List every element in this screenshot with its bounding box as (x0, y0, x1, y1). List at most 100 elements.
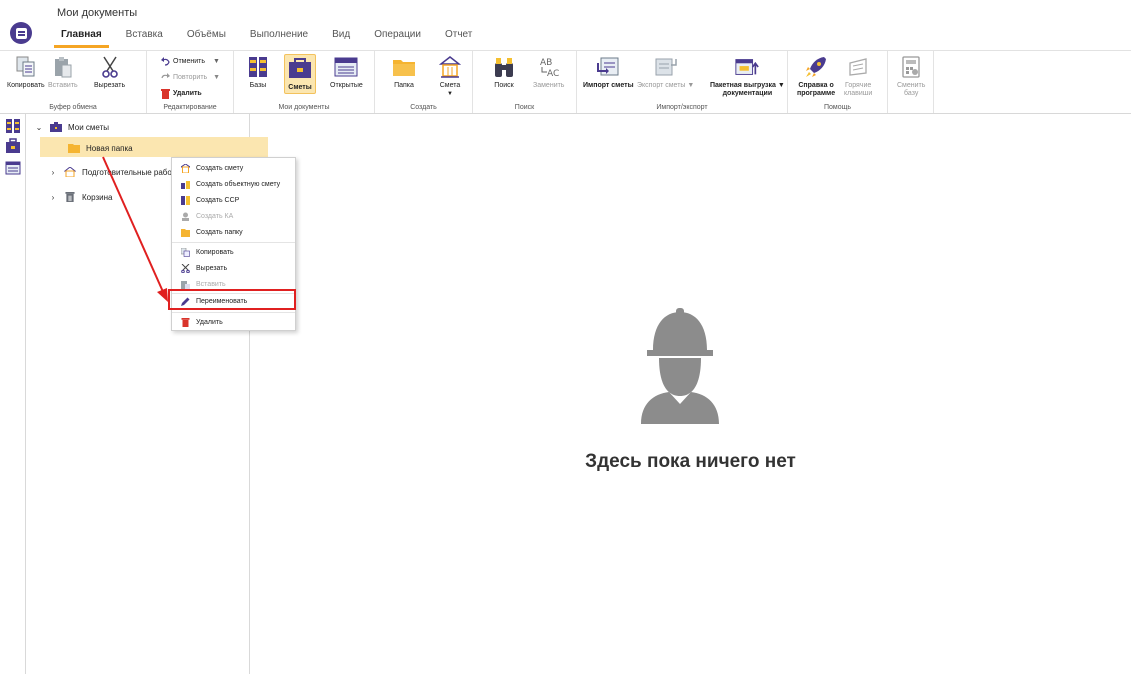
tab-report[interactable]: Отчет (433, 22, 484, 48)
batch-export-button[interactable]: Пакетная выгрузка ▼ документации (710, 54, 785, 98)
estimates-button[interactable]: Сметы (284, 54, 316, 94)
tab-insert[interactable]: Вставка (114, 22, 175, 48)
paste-button[interactable]: Вставить (48, 54, 78, 90)
import-estimate-button[interactable]: Импорт сметы (583, 54, 634, 90)
trash-icon (161, 89, 170, 99)
svg-text:AB: AB (540, 58, 552, 68)
group-caption: Импорт/экспорт (656, 104, 708, 111)
group-my-documents: Базы Сметы Открытые Мои документы (234, 51, 375, 113)
building-icon (181, 163, 190, 173)
trash-icon (65, 192, 75, 202)
calculator-icon (902, 56, 920, 78)
opened-icon (334, 57, 358, 77)
cut-button[interactable]: Вырезать (94, 54, 125, 90)
replace-icon: ABAC (540, 58, 559, 79)
menu-create-estimate[interactable]: Создать смету (172, 160, 295, 176)
left-rail (0, 114, 26, 674)
menu-cut[interactable]: Вырезать (172, 260, 295, 276)
app-logo-icon[interactable] (10, 22, 32, 44)
worker-avatar-icon (641, 308, 719, 424)
building-icon (439, 56, 461, 78)
tree-node-my-estimates[interactable]: ⌄ Мои сметы (34, 122, 109, 132)
menu-create-folder[interactable]: Создать папку (172, 224, 295, 240)
import-icon (597, 57, 619, 76)
group-help: Справка о программе Горячие клавиши Помо… (788, 51, 888, 113)
estimate-button[interactable]: Смета ▼ (437, 54, 463, 98)
tree-node-trash[interactable]: › Корзина (48, 192, 112, 202)
chevron-down-icon[interactable]: ▼ (778, 82, 785, 89)
chevron-right-icon[interactable]: › (48, 168, 58, 177)
replace-button[interactable]: AB AC Заменить (533, 54, 564, 90)
ribbon: Копировать Вставить Вырезать Буфер обмен… (0, 50, 1131, 114)
app-window: Мои документы Главная Вставка Объёмы Вып… (0, 0, 1131, 674)
tab-home[interactable]: Главная (49, 22, 114, 48)
tab-execution[interactable]: Выполнение (238, 22, 320, 48)
object-estimate-icon (181, 180, 190, 189)
group-create: Папка Смета ▼ Создать (375, 51, 473, 113)
group-search: Поиск AB AC Заменить Поиск (473, 51, 577, 113)
scissors-icon (181, 263, 190, 273)
ssr-icon (181, 195, 190, 205)
undo-icon (161, 57, 170, 66)
export-icon (655, 58, 677, 76)
tab-operations[interactable]: Операции (362, 22, 433, 48)
trash-icon (181, 317, 190, 327)
copy-button[interactable]: Копировать (7, 54, 45, 90)
group-import-export: Импорт сметы Экспорт сметы ▼ Пакетная вы… (577, 51, 788, 113)
group-caption: Буфер обмена (49, 104, 97, 111)
folder-icon (68, 144, 80, 153)
bases-icon (249, 57, 267, 77)
svg-text:AC: AC (547, 69, 559, 79)
folder-icon (393, 60, 415, 76)
window-title: Мои документы (57, 7, 138, 19)
switch-base-button[interactable]: Сменить базу (897, 54, 925, 98)
about-program-button[interactable]: Справка о программе (797, 54, 835, 98)
group-caption: Редактирование (163, 104, 217, 111)
batch-export-icon (735, 59, 760, 75)
undo-button[interactable]: Отменить ▼ (161, 56, 220, 67)
copy-icon (16, 56, 35, 77)
estimates-icon[interactable] (5, 138, 21, 154)
group-caption: Помощь (823, 104, 852, 111)
menu-create-ssr[interactable]: Создать ССР (172, 192, 295, 208)
rocket-icon (806, 57, 827, 77)
bases-button[interactable]: Базы (245, 54, 271, 90)
chevron-down-icon[interactable]: ▼ (447, 90, 453, 98)
building-icon (64, 167, 76, 177)
bases-icon[interactable] (5, 118, 21, 134)
menu-create-ka[interactable]: Создать КА (172, 208, 295, 224)
tree-node-new-folder[interactable]: Новая папка (68, 143, 133, 153)
folder-icon (181, 228, 190, 237)
export-estimate-button[interactable]: Экспорт сметы ▼ (637, 54, 694, 90)
group-switch-base: Сменить базу (888, 51, 934, 113)
chevron-right-icon[interactable]: › (48, 193, 58, 202)
keyboard-icon (849, 58, 867, 76)
ka-icon (182, 212, 189, 221)
chevron-down-icon[interactable]: ▼ (213, 74, 220, 81)
menu-delete[interactable]: Удалить (172, 314, 295, 330)
group-caption: Поиск (514, 104, 535, 111)
menu-copy[interactable]: Копировать (172, 244, 295, 260)
group-clipboard: Копировать Вставить Вырезать Буфер обмен… (0, 51, 147, 113)
chevron-down-icon[interactable]: ▼ (687, 82, 694, 89)
estimates-icon (50, 122, 62, 132)
find-button[interactable]: Поиск (491, 54, 517, 90)
folder-button[interactable]: Папка (391, 54, 417, 90)
tab-view[interactable]: Вид (320, 22, 362, 48)
hotkeys-button[interactable]: Горячие клавиши (844, 54, 872, 98)
menu-create-object-estimate[interactable]: Создать объектную смету (172, 176, 295, 192)
empty-state-text: Здесь пока ничего нет (585, 451, 796, 472)
chevron-down-icon[interactable]: ⌄ (34, 123, 44, 132)
menu-separator (172, 312, 295, 313)
opened-icon[interactable] (5, 160, 21, 176)
chevron-down-icon[interactable]: ▼ (213, 58, 220, 65)
main-content: Здесь пока ничего нет (250, 114, 1131, 674)
paste-icon (54, 57, 72, 78)
tree-node-prep-works[interactable]: › Подготовительные работы (48, 167, 181, 177)
tab-volumes[interactable]: Объёмы (175, 22, 238, 48)
delete-button[interactable]: Удалить (161, 88, 202, 99)
redo-button[interactable]: Повторить ▼ (161, 72, 220, 83)
binoculars-icon (495, 58, 513, 77)
group-editing: Отменить ▼ Повторить ▼ Удалить Редактирова… (147, 51, 234, 113)
opened-button[interactable]: Открытые (330, 54, 363, 90)
